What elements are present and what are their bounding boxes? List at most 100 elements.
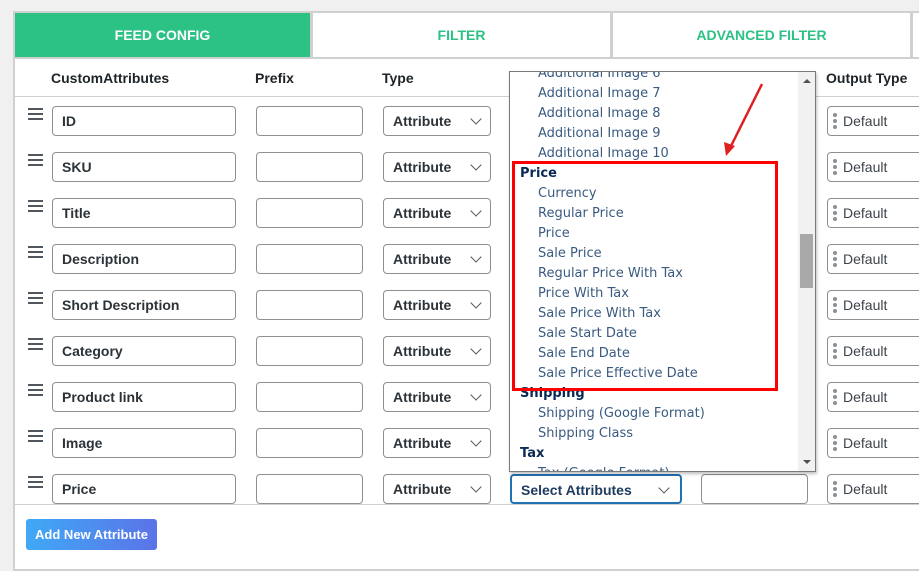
output-type-select[interactable]: Default bbox=[827, 198, 919, 228]
output-type-value: Default bbox=[843, 481, 888, 497]
output-type-select[interactable]: Default bbox=[827, 106, 919, 136]
prefix-input[interactable] bbox=[256, 336, 363, 366]
dropdown-option[interactable]: Sale Price Effective Date bbox=[510, 364, 800, 384]
dropdown-option[interactable]: Currency bbox=[510, 184, 800, 204]
dropdown-option[interactable]: Sale End Date bbox=[510, 344, 800, 364]
more-dots-icon bbox=[833, 251, 837, 269]
dropdown-option[interactable]: Price With Tax bbox=[510, 284, 800, 304]
dropdown-option[interactable]: Additional Image 10 bbox=[510, 144, 800, 164]
output-type-select[interactable]: Default bbox=[827, 290, 919, 320]
attribute-dropdown-list[interactable]: Additional Image 6 Additional Image 7 Addi… bbox=[509, 71, 816, 472]
tab-advanced-filter[interactable]: ADVANCED FILTER bbox=[613, 13, 913, 57]
more-dots-icon bbox=[833, 159, 837, 177]
drag-handle-icon[interactable] bbox=[28, 338, 43, 353]
dropdown-options: Additional Image 6 Additional Image 7 Addi… bbox=[510, 72, 800, 471]
type-select[interactable]: Attribute bbox=[383, 152, 491, 182]
chevron-down-icon bbox=[470, 481, 482, 493]
dropdown-option[interactable]: Sale Price With Tax bbox=[510, 304, 800, 324]
output-type-select[interactable]: Default bbox=[827, 152, 919, 182]
dropdown-option[interactable]: Shipping (Google Format) bbox=[510, 404, 800, 424]
attribute-name-input[interactable]: Price bbox=[52, 474, 236, 504]
prefix-input[interactable] bbox=[256, 152, 363, 182]
select-attributes-dropdown[interactable]: Select Attributes bbox=[510, 474, 682, 504]
output-type-select[interactable]: Default bbox=[827, 336, 919, 366]
prefix-input[interactable] bbox=[256, 244, 363, 274]
prefix-input[interactable] bbox=[256, 290, 363, 320]
dropdown-option[interactable]: Additional Image 7 bbox=[510, 84, 800, 104]
dropdown-option[interactable]: Additional Image 8 bbox=[510, 104, 800, 124]
drag-handle-icon[interactable] bbox=[28, 246, 43, 261]
type-select-value: Attribute bbox=[393, 343, 452, 359]
output-type-select[interactable]: Default bbox=[827, 382, 919, 412]
attribute-name-input[interactable]: SKU bbox=[52, 152, 236, 182]
drag-handle-icon[interactable] bbox=[28, 154, 43, 169]
attribute-name-input[interactable]: Title bbox=[52, 198, 236, 228]
prefix-input[interactable] bbox=[256, 106, 363, 136]
drag-handle-icon[interactable] bbox=[28, 292, 43, 307]
output-type-select[interactable]: Default bbox=[827, 428, 919, 458]
dropdown-option[interactable]: Additional Image 9 bbox=[510, 124, 800, 144]
output-type-select[interactable]: Default bbox=[827, 244, 919, 274]
more-dots-icon bbox=[833, 205, 837, 223]
scroll-thumb[interactable] bbox=[800, 234, 813, 288]
scroll-up-arrow-icon[interactable] bbox=[803, 79, 811, 83]
more-dots-icon bbox=[833, 389, 837, 407]
attribute-name-input[interactable]: Product link bbox=[52, 382, 236, 412]
prefix-input[interactable] bbox=[256, 382, 363, 412]
chevron-down-icon bbox=[470, 297, 482, 309]
output-type-select[interactable]: Default bbox=[827, 474, 919, 504]
dropdown-option[interactable]: Additional Image 6 bbox=[510, 72, 800, 84]
type-select[interactable]: Attribute bbox=[383, 474, 491, 504]
dropdown-option[interactable]: Sale Price bbox=[510, 244, 800, 264]
type-select[interactable]: Attribute bbox=[383, 290, 491, 320]
dropdown-scrollbar[interactable] bbox=[798, 72, 815, 471]
output-type-value: Default bbox=[843, 389, 888, 405]
dropdown-option[interactable]: Tax (Google Format) bbox=[510, 464, 800, 471]
attribute-name-input[interactable]: Image bbox=[52, 428, 236, 458]
tab-bar: FEED CONFIG FILTER ADVANCED FILTER bbox=[15, 13, 919, 59]
dropdown-option[interactable]: Sale Start Date bbox=[510, 324, 800, 344]
prefix-input[interactable] bbox=[256, 474, 363, 504]
type-select[interactable]: Attribute bbox=[383, 244, 491, 274]
chevron-down-icon bbox=[470, 389, 482, 401]
chevron-down-icon bbox=[470, 435, 482, 447]
type-select[interactable]: Attribute bbox=[383, 198, 491, 228]
suffix-input[interactable] bbox=[701, 474, 808, 504]
output-type-value: Default bbox=[843, 251, 888, 267]
type-select[interactable]: Attribute bbox=[383, 382, 491, 412]
add-new-attribute-button[interactable]: Add New Attribute bbox=[26, 519, 157, 550]
attribute-name-input[interactable]: Category bbox=[52, 336, 236, 366]
attribute-name-input[interactable]: Description bbox=[52, 244, 236, 274]
output-type-value: Default bbox=[843, 113, 888, 129]
type-select[interactable]: Attribute bbox=[383, 428, 491, 458]
output-type-value: Default bbox=[843, 205, 888, 221]
chevron-down-icon bbox=[658, 482, 670, 494]
drag-handle-icon[interactable] bbox=[28, 384, 43, 399]
output-type-value: Default bbox=[843, 159, 888, 175]
attribute-name-input[interactable]: ID bbox=[52, 106, 236, 136]
drag-handle-icon[interactable] bbox=[28, 476, 43, 491]
scroll-down-arrow-icon[interactable] bbox=[803, 460, 811, 464]
type-select-value: Attribute bbox=[393, 159, 452, 175]
dropdown-option[interactable]: Regular Price bbox=[510, 204, 800, 224]
attribute-name-input[interactable]: Short Description bbox=[52, 290, 236, 320]
col-type: Type bbox=[382, 70, 414, 86]
dropdown-option[interactable]: Regular Price With Tax bbox=[510, 264, 800, 284]
tab-filter[interactable]: FILTER bbox=[313, 13, 613, 57]
chevron-down-icon bbox=[470, 113, 482, 125]
type-select-value: Attribute bbox=[393, 389, 452, 405]
drag-handle-icon[interactable] bbox=[28, 430, 43, 445]
type-select[interactable]: Attribute bbox=[383, 336, 491, 366]
dropdown-option[interactable]: Price bbox=[510, 224, 800, 244]
more-dots-icon bbox=[833, 113, 837, 131]
prefix-input[interactable] bbox=[256, 198, 363, 228]
type-select[interactable]: Attribute bbox=[383, 106, 491, 136]
output-type-value: Default bbox=[843, 297, 888, 313]
drag-handle-icon[interactable] bbox=[28, 200, 43, 215]
tab-feed-config[interactable]: FEED CONFIG bbox=[15, 13, 313, 57]
dropdown-option[interactable]: Shipping Class bbox=[510, 424, 800, 444]
prefix-input[interactable] bbox=[256, 428, 363, 458]
chevron-down-icon bbox=[470, 159, 482, 171]
more-dots-icon bbox=[833, 481, 837, 499]
drag-handle-icon[interactable] bbox=[28, 108, 43, 123]
